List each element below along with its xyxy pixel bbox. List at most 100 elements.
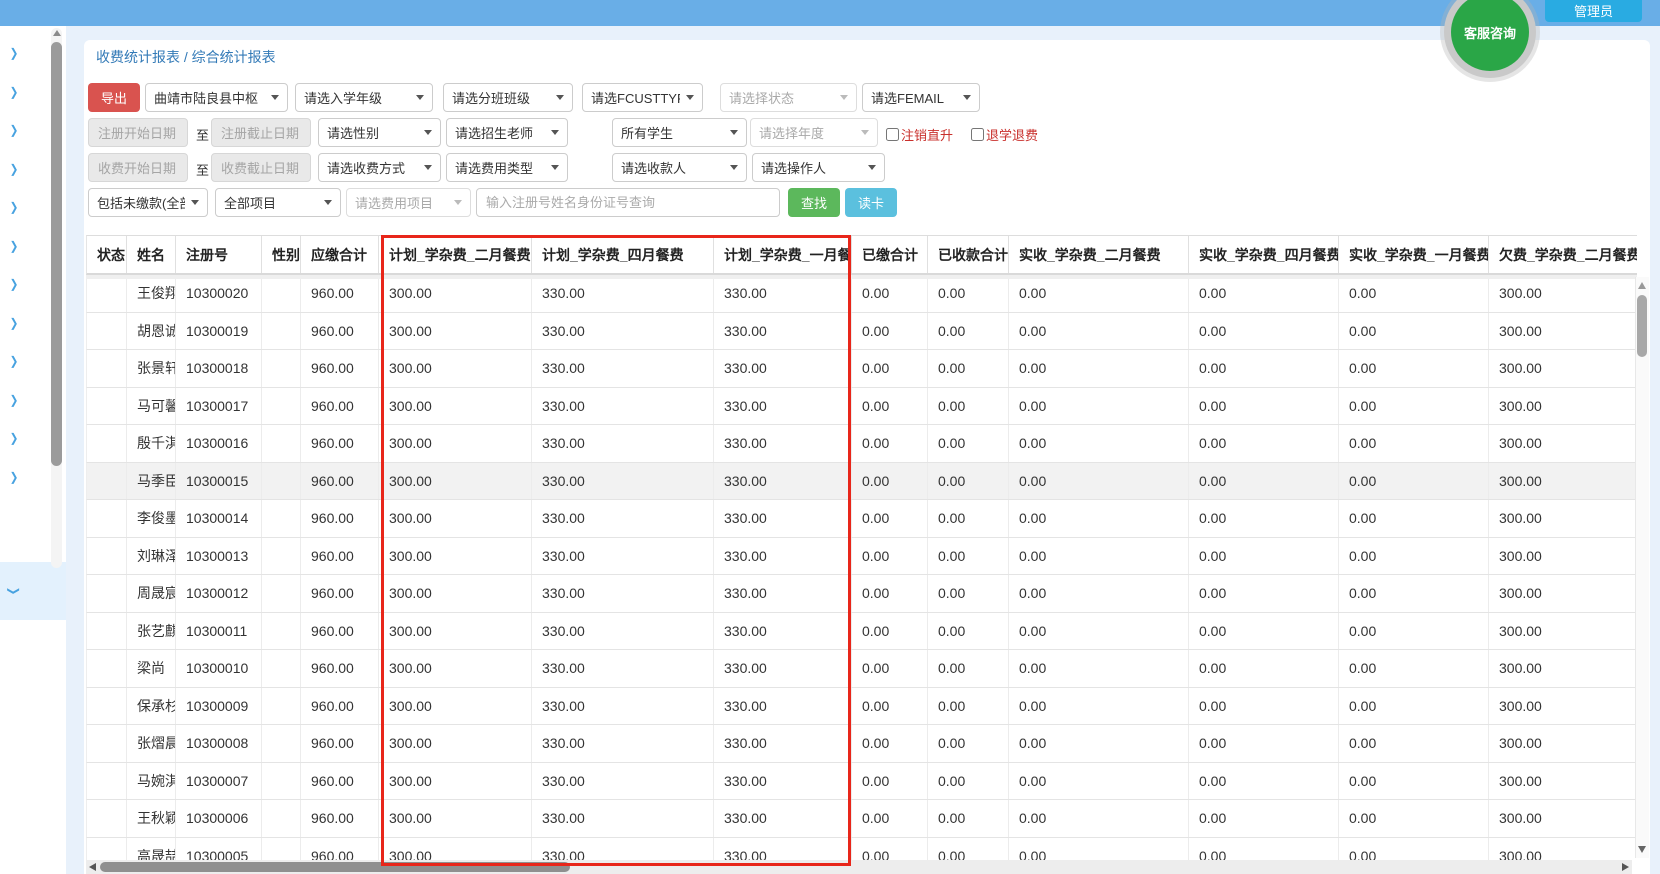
table-row[interactable]: 李俊墨10300014960.00300.00330.00330.000.000…	[86, 500, 1637, 538]
table-row[interactable]: 王秋颖10300006960.00300.00330.00330.000.000…	[86, 800, 1637, 838]
fee-type-select[interactable]: 请选费用类型	[446, 153, 568, 182]
table-row[interactable]: 马季臣10300015960.00300.00330.00330.000.000…	[86, 463, 1637, 501]
sidebar-item[interactable]: ❯	[0, 385, 50, 415]
table-cell: 0.00	[852, 575, 928, 612]
table-row[interactable]: 胡恩诚10300019960.00300.00330.00330.000.000…	[86, 313, 1637, 351]
operator-select[interactable]: 请选操作人	[752, 153, 885, 182]
table-cell: 300.00	[379, 275, 532, 312]
operator-select-label: 请选操作人	[761, 158, 826, 177]
chevron-down-icon	[424, 130, 432, 135]
table-row[interactable]: 王俊翔10300020960.00300.00330.00330.000.000…	[86, 275, 1637, 313]
table-cell: 李俊墨	[127, 500, 176, 537]
table-cell: 0.00	[1339, 425, 1489, 462]
sidebar-item[interactable]: ❯	[0, 154, 50, 184]
school-select[interactable]: 曲靖市陆良县中枢	[145, 83, 288, 112]
year-select[interactable]: 请选择年度	[750, 118, 878, 147]
include-unpaid-select[interactable]: 包括未缴款(全部	[88, 188, 208, 217]
column-header: 实收_学杂费_一月餐费	[1339, 236, 1489, 273]
fcusttyp-select-label: 请选FCUSTTYP	[591, 88, 680, 107]
chevron-down-icon	[271, 95, 279, 100]
gender-select[interactable]: 请选性别	[318, 118, 441, 147]
table-cell	[262, 650, 301, 687]
sidebar-item[interactable]: ❯	[0, 462, 50, 492]
sidebar-item[interactable]: ❯	[0, 269, 50, 299]
table-cell: 0.00	[1009, 275, 1189, 312]
table-row[interactable]: 保承杉10300009960.00300.00330.00330.000.000…	[86, 688, 1637, 726]
sidebar-item[interactable]: ❯	[0, 231, 50, 261]
sidebar-item[interactable]: ❯	[0, 308, 50, 338]
checkbox-withdraw-refund-box[interactable]	[971, 128, 984, 141]
scroll-up-icon[interactable]	[53, 30, 61, 36]
table-cell: 960.00	[301, 650, 379, 687]
sidebar-item[interactable]: ❯	[0, 192, 50, 222]
table-row[interactable]: 张熠晨10300008960.00300.00330.00330.000.000…	[86, 725, 1637, 763]
sidebar-item-active[interactable]: ❯	[0, 562, 66, 620]
search-input[interactable]	[476, 188, 780, 217]
table-vertical-scrollbar[interactable]	[1635, 277, 1649, 858]
sidebar-item[interactable]: ❯	[0, 38, 50, 68]
table-cell: 960.00	[301, 538, 379, 575]
scroll-up-icon[interactable]	[1638, 282, 1646, 289]
chevron-right-icon: ❯	[10, 85, 19, 99]
chevron-down-icon	[191, 200, 199, 205]
table-row[interactable]: 周晟宸10300012960.00300.00330.00330.000.000…	[86, 575, 1637, 613]
fee-type-select-label: 请选费用类型	[455, 158, 533, 177]
top-bar	[0, 0, 1660, 26]
femail-select[interactable]: 请选FEMAIL	[862, 83, 980, 112]
sidebar-item[interactable]: ❯	[0, 423, 50, 453]
table-cell: 330.00	[714, 838, 852, 863]
checkbox-cancel-direct-box[interactable]	[886, 128, 899, 141]
scroll-left-icon[interactable]	[89, 863, 96, 871]
student-scope-select[interactable]: 所有学生	[612, 118, 747, 147]
table-row[interactable]: 张艺麒10300011960.00300.00330.00330.000.000…	[86, 613, 1637, 651]
table-cell	[87, 575, 127, 612]
breadcrumb-parent[interactable]: 收费统计报表	[96, 49, 180, 65]
table-row[interactable]: 刘琳泽10300013960.00300.00330.00330.000.000…	[86, 538, 1637, 576]
fcusttyp-select[interactable]: 请选FCUSTTYP	[582, 83, 703, 112]
table-cell: 王秋颖	[127, 800, 176, 837]
fee-project-select[interactable]: 请选费用项目	[346, 188, 471, 217]
register-start-date-input[interactable]: 注册开始日期	[88, 118, 188, 147]
admin-button[interactable]: 管理员	[1545, 0, 1642, 22]
table-cell: 胡恩诚	[127, 313, 176, 350]
fee-start-date-input[interactable]: 收费开始日期	[88, 153, 188, 182]
column-header: 已缴合计	[852, 236, 928, 273]
scroll-down-icon[interactable]	[1638, 846, 1646, 853]
class-select[interactable]: 请选分班班级	[443, 83, 573, 112]
sidebar-item[interactable]: ❯	[0, 115, 50, 145]
fee-end-date-input[interactable]: 收费截止日期	[211, 153, 311, 182]
sidebar-item[interactable]: ❯	[0, 346, 50, 376]
column-header: 实收_学杂费_二月餐费	[1009, 236, 1189, 273]
search-button[interactable]: 查找	[788, 188, 840, 217]
table-cell: 张景轩	[127, 350, 176, 387]
status-select[interactable]: 请选择状态	[720, 83, 857, 112]
vertical-scrollbar-thumb[interactable]	[1637, 295, 1647, 357]
table-row[interactable]: 殷千淇10300016960.00300.00330.00330.000.000…	[86, 425, 1637, 463]
table-cell	[262, 725, 301, 762]
read-card-button[interactable]: 读卡	[845, 188, 897, 217]
table-row[interactable]: 马婉淇10300007960.00300.00330.00330.000.000…	[86, 763, 1637, 801]
payee-select[interactable]: 请选收款人	[612, 153, 747, 182]
table-cell	[262, 688, 301, 725]
table-row[interactable]: 高晟喆10300005960.00300.00330.00330.000.000…	[86, 838, 1637, 863]
sidebar-scrollbar-thumb[interactable]	[51, 42, 62, 466]
table-row[interactable]: 梁尚10300010960.00300.00330.00330.000.000.…	[86, 650, 1637, 688]
export-button[interactable]: 导出	[88, 83, 140, 112]
register-end-date-input[interactable]: 注册截止日期	[211, 118, 311, 147]
table-row[interactable]: 马可馨10300017960.00300.00330.00330.000.000…	[86, 388, 1637, 426]
table-cell: 300.00	[379, 388, 532, 425]
chevron-down-icon	[840, 95, 848, 100]
teacher-select[interactable]: 请选招生老师	[446, 118, 568, 147]
checkbox-withdraw-refund[interactable]: 退学退费	[971, 125, 1038, 144]
table-cell: 0.00	[852, 538, 928, 575]
table-horizontal-scrollbar[interactable]	[86, 860, 1632, 874]
table-cell: 0.00	[1189, 800, 1339, 837]
table-row[interactable]: 张景轩10300018960.00300.00330.00330.000.000…	[86, 350, 1637, 388]
horizontal-scrollbar-thumb[interactable]	[100, 862, 570, 872]
pay-method-select[interactable]: 请选收费方式	[318, 153, 441, 182]
scroll-right-icon[interactable]	[1622, 863, 1629, 871]
all-projects-select[interactable]: 全部项目	[215, 188, 341, 217]
grade-select[interactable]: 请选入学年级	[295, 83, 433, 112]
sidebar-item[interactable]: ❯	[0, 77, 50, 107]
checkbox-cancel-direct[interactable]: 注销直升	[886, 125, 953, 144]
